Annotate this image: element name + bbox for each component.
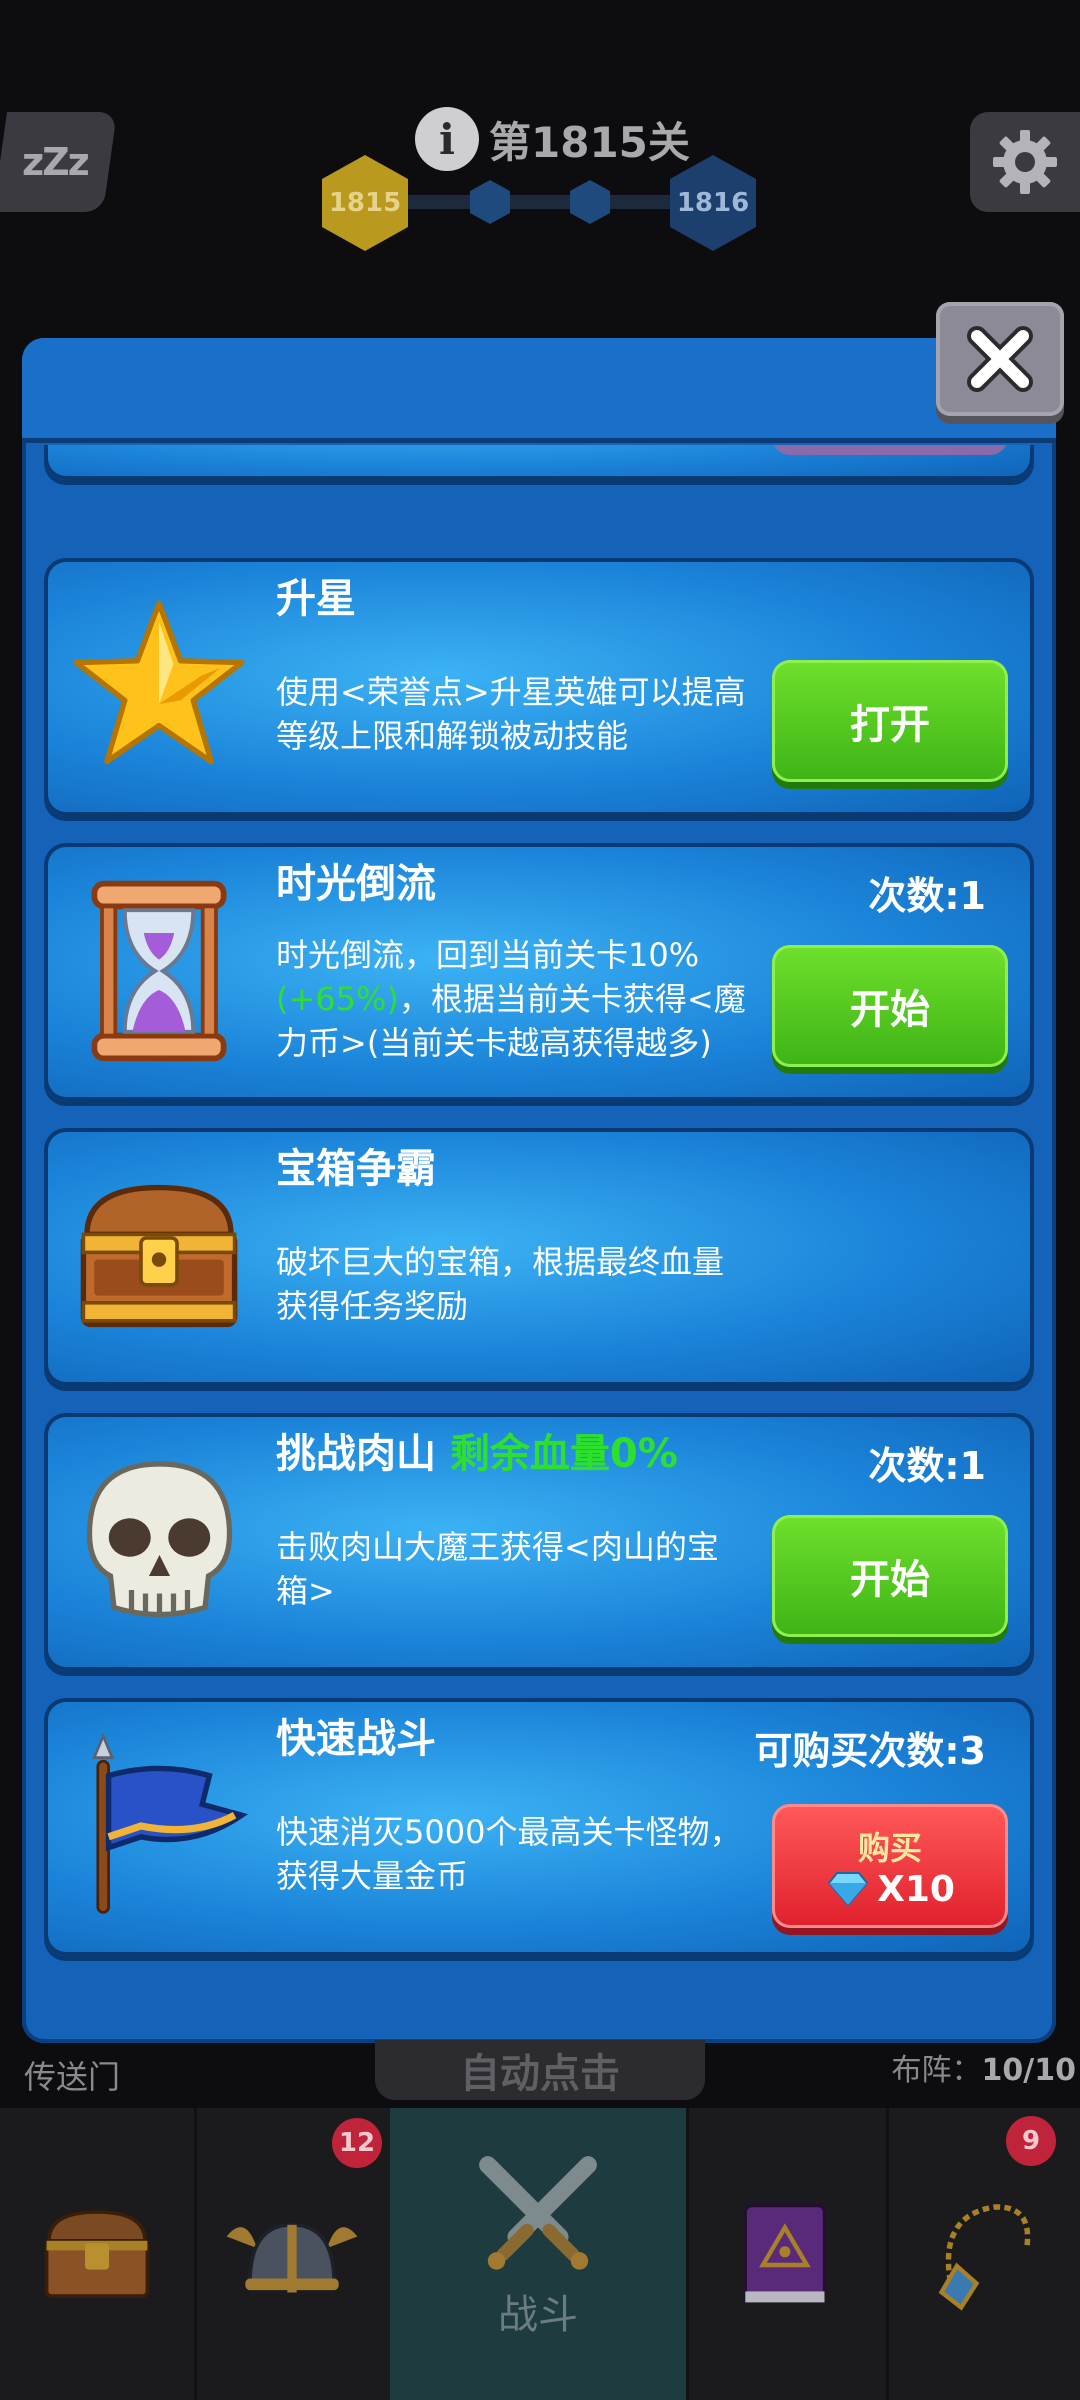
remaining-count: 次数:1	[868, 1444, 986, 1488]
card-title: 时光倒流	[276, 861, 436, 907]
tab-spellbook[interactable]	[686, 2108, 889, 2400]
hourglass-icon	[64, 871, 254, 1071]
battle-flag-icon	[64, 1726, 254, 1926]
portal-label[interactable]: 传送门	[24, 2052, 120, 2098]
gear-icon	[993, 130, 1057, 194]
treasure-chest-icon	[44, 2210, 150, 2298]
card-description: 使用<荣誉点>升星英雄可以提高等级上限和解锁被动技能	[276, 673, 746, 755]
treasure-chest-icon	[64, 1156, 254, 1356]
card-description: 时光倒流，回到当前关卡10%(+65%)，根据当前关卡获得<魔力币>(当前关卡越…	[276, 936, 746, 1062]
level-progress-track	[380, 195, 710, 209]
events-list[interactable]: 升星 使用<荣誉点>升星英雄可以提高等级上限和解锁被动技能 打开 时光倒流 次数…	[44, 445, 1036, 2035]
open-button[interactable]: 打开	[772, 660, 1008, 782]
card-title: 升星	[276, 576, 356, 622]
tab-battle[interactable]: 战斗	[390, 2108, 689, 2400]
tab-battle-label: 战斗	[498, 2292, 578, 2338]
card-star-upgrade: 升星 使用<荣誉点>升星英雄可以提高等级上限和解锁被动技能 打开	[44, 558, 1034, 816]
card-description: 击败肉山大魔王获得<肉山的宝箱>	[276, 1528, 719, 1610]
remaining-count: 次数:1	[868, 874, 986, 918]
bottom-tab-bar: 12 战斗 9	[0, 2108, 1080, 2400]
current-level-hex: 1815	[322, 155, 408, 251]
tab-amulet[interactable]: 9	[886, 2108, 1080, 2400]
sleep-icon: zZz	[22, 140, 88, 184]
modal-header	[22, 338, 1056, 443]
viking-helmet-icon	[226, 2223, 358, 2293]
close-button[interactable]	[936, 302, 1064, 416]
settings-button[interactable]	[970, 112, 1080, 212]
boss-hp-remaining: 剩余血量0%	[449, 1431, 678, 1477]
card-title: 宝箱争霸	[276, 1146, 436, 1192]
list-item-partial	[44, 445, 1034, 480]
tab-heroes[interactable]: 12	[194, 2108, 393, 2400]
card-description: 快速消灭5000个最高关卡怪物，获得大量金币	[276, 1813, 742, 1895]
crossed-swords-icon	[479, 2156, 597, 2270]
level-title-text: 第1815关	[489, 117, 690, 167]
buy-button[interactable]: 购买 X10	[772, 1804, 1008, 1928]
level-title: i 第1815关	[415, 104, 690, 174]
card-title: 挑战肉山 剩余血量0%	[276, 1431, 678, 1477]
card-description: 破坏巨大的宝箱，根据最终血量获得任务奖励	[276, 1243, 725, 1325]
close-icon	[967, 326, 1033, 392]
card-time-rewind: 时光倒流 次数:1 时光倒流，回到当前关卡10%(+65%)，根据当前关卡获得<…	[44, 843, 1034, 1101]
partial-button[interactable]	[772, 445, 1008, 455]
start-button[interactable]: 开始	[772, 945, 1008, 1067]
amulet-icon	[938, 2204, 1031, 2311]
buy-price: X10	[825, 1869, 955, 1910]
tab-treasure[interactable]	[0, 2108, 197, 2400]
purchase-count: 可购买次数:3	[754, 1729, 986, 1773]
diamond-icon	[827, 1872, 869, 1907]
sleep-button[interactable]: zZz	[0, 112, 118, 212]
progress-dot	[470, 180, 510, 224]
skull-icon	[64, 1441, 254, 1641]
info-icon[interactable]: i	[415, 107, 479, 171]
top-hud: zZz i 第1815关 1815 1816	[0, 0, 1080, 330]
card-title: 快速战斗	[276, 1716, 436, 1762]
spellbook-icon	[743, 2203, 827, 2303]
heroes-badge: 12	[332, 2118, 382, 2168]
buy-label: 购买	[857, 1828, 922, 1867]
card-chest-battle[interactable]: 宝箱争霸 破坏巨大的宝箱，根据最终血量获得任务奖励	[44, 1128, 1034, 1386]
card-boss-challenge: 挑战肉山 剩余血量0% 次数:1 击败肉山大魔王获得<肉山的宝箱> 开始	[44, 1413, 1034, 1671]
formation-indicator[interactable]: 布阵：10/10	[892, 2045, 1076, 2089]
start-button[interactable]: 开始	[772, 1515, 1008, 1637]
progress-dot	[570, 180, 610, 224]
auto-click-button[interactable]: 自动点击	[375, 2040, 705, 2100]
amulet-badge: 9	[1006, 2116, 1056, 2166]
star-icon	[64, 586, 254, 786]
card-quick-battle: 快速战斗 可购买次数:3 快速消灭5000个最高关卡怪物，获得大量金币 购买 X…	[44, 1698, 1034, 1956]
